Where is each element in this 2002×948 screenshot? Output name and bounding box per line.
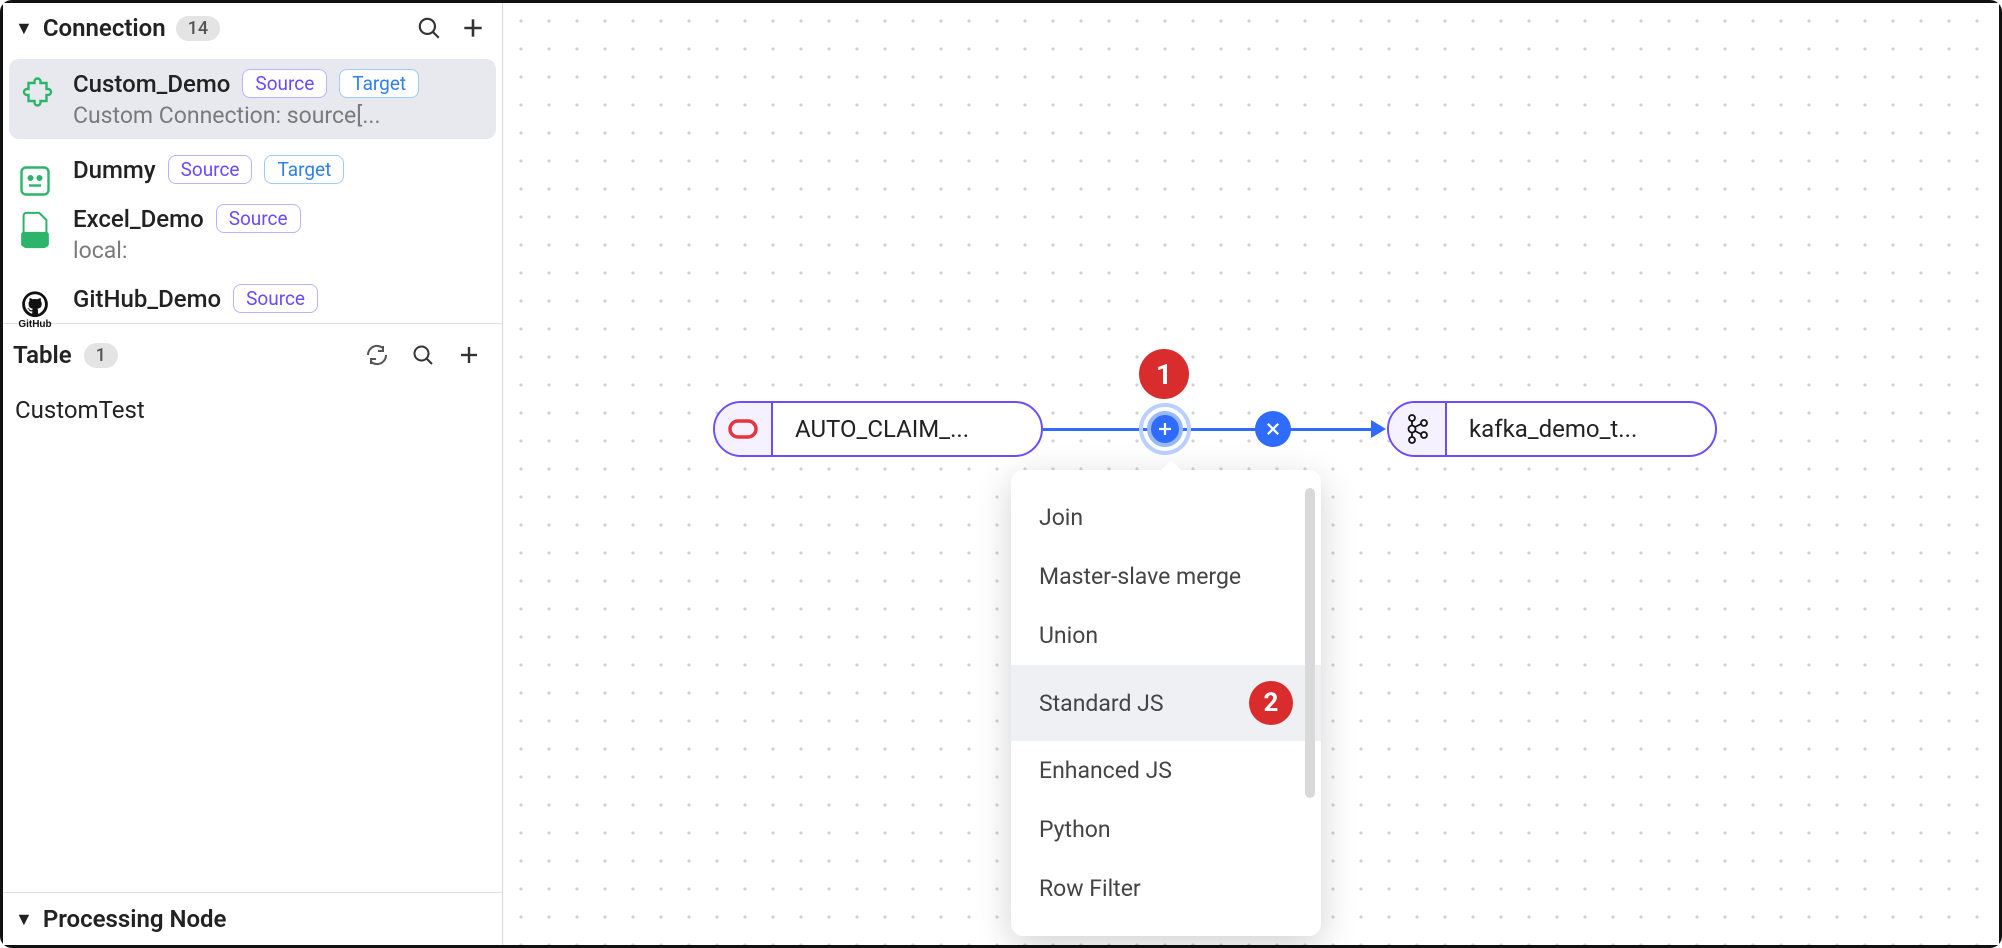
tag-source: Source (233, 284, 318, 313)
connection-name: Excel_Demo (73, 205, 204, 233)
processing-title: Processing Node (43, 905, 227, 933)
annotation-badge-2: 2 (1249, 681, 1293, 725)
node-insert-menu: Join Master-slave merge Union Standard J… (1011, 470, 1321, 936)
connection-subtitle: Custom Connection: source[... (73, 102, 482, 129)
github-icon: GitHub (15, 290, 55, 330)
connection-item-custom-demo[interactable]: Custom_Demo Source Target Custom Connect… (9, 59, 496, 139)
tag-source: Source (168, 155, 253, 184)
add-icon[interactable] (452, 338, 486, 372)
connection-subtitle: local: (73, 237, 488, 264)
tag-target: Target (264, 155, 344, 184)
arrow-icon (1371, 420, 1386, 438)
table-count-badge: 1 (84, 343, 118, 368)
tag-source: Source (242, 69, 327, 98)
menu-item-standard-js[interactable]: Standard JS 2 (1011, 665, 1321, 741)
connection-name: Dummy (73, 156, 156, 184)
chevron-down-icon: ▼ (15, 909, 33, 930)
tag-target: Target (339, 69, 419, 98)
connection-name: GitHub_Demo (73, 285, 221, 313)
excel-icon: Excel (15, 210, 55, 250)
menu-item-row-filter[interactable]: Row Filter (1011, 859, 1321, 918)
menu-item-union[interactable]: Union (1011, 606, 1321, 665)
svg-text:GitHub: GitHub (18, 319, 51, 330)
flow-edge (1043, 428, 1383, 431)
kafka-icon (1389, 403, 1447, 455)
search-icon[interactable] (406, 338, 440, 372)
connection-section-header[interactable]: ▼ Connection 14 (3, 3, 502, 53)
menu-item-master-slave-merge[interactable]: Master-slave merge (1011, 547, 1321, 606)
menu-item-join[interactable]: Join (1011, 488, 1321, 547)
connection-count-badge: 14 (176, 16, 220, 41)
connection-title: Connection (43, 14, 166, 42)
processing-section-header[interactable]: ▼ Processing Node (3, 892, 502, 945)
chevron-down-icon: ▼ (15, 18, 33, 39)
menu-item-enhanced-js[interactable]: Enhanced JS (1011, 741, 1321, 800)
node-label: kafka_demo_t... (1447, 415, 1659, 443)
menu-item-python[interactable]: Python (1011, 800, 1321, 859)
flow-canvas[interactable]: AUTO_CLAIM_... kafka_demo_t... 1 Join Ma… (503, 3, 1999, 945)
connection-list: Custom_Demo Source Target Custom Connect… (3, 53, 502, 323)
connection-item-dummy[interactable]: Dummy Source Target (3, 145, 502, 194)
scrollbar[interactable] (1305, 488, 1315, 798)
flow-node-source[interactable]: AUTO_CLAIM_... (713, 401, 1043, 457)
puzzle-icon (19, 75, 59, 115)
oracle-icon (715, 403, 773, 455)
edge-add-button[interactable] (1147, 411, 1183, 447)
svg-text:Excel: Excel (22, 235, 48, 246)
connection-item-github-demo[interactable]: GitHub GitHub_Demo Source (3, 274, 502, 323)
add-icon[interactable] (456, 11, 490, 45)
annotation-badge-1: 1 (1139, 349, 1189, 399)
connection-item-excel-demo[interactable]: Excel Excel_Demo Source local: (3, 194, 502, 274)
table-row[interactable]: CustomTest (15, 390, 490, 430)
table-title: Table (13, 341, 72, 369)
node-label: AUTO_CLAIM_... (773, 415, 991, 443)
edge-delete-button[interactable] (1255, 411, 1291, 447)
search-icon[interactable] (412, 11, 446, 45)
flow-node-target[interactable]: kafka_demo_t... (1387, 401, 1717, 457)
sidebar: ▼ Connection 14 Custom_Demo Source Targe… (3, 3, 503, 945)
refresh-icon[interactable] (360, 338, 394, 372)
table-list: CustomTest (3, 380, 502, 440)
tag-source: Source (216, 204, 301, 233)
table-section-header[interactable]: Table 1 (3, 323, 502, 380)
connection-name: Custom_Demo (73, 70, 230, 98)
